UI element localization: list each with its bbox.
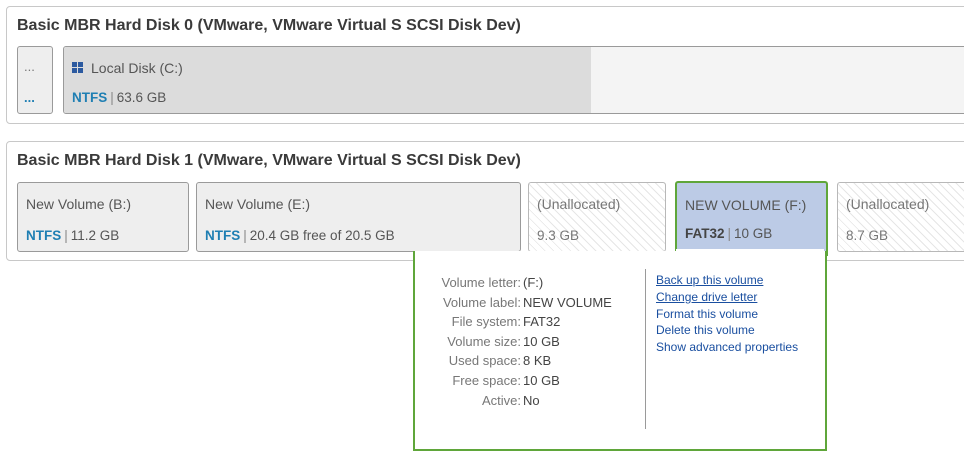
prop-value: No	[523, 392, 540, 408]
unallocated-2-name: (Unallocated)	[846, 196, 930, 212]
volume-c-name: Local Disk (C:)	[91, 60, 183, 76]
volume-c-meta: NTFS | 63.6 GB	[72, 90, 166, 105]
prop-active: Active: No	[415, 393, 637, 413]
back-up-volume-link[interactable]: Back up this volume	[656, 273, 798, 290]
prop-volume-label: Volume label: NEW VOLUME	[415, 295, 637, 315]
unallocated-space-1[interactable]: (Unallocated) 9.3 GB	[528, 182, 666, 252]
prop-value: NEW VOLUME	[523, 294, 612, 310]
prop-value: 8 KB	[523, 353, 552, 369]
volume-actions: Back up this volume Change drive letter …	[656, 273, 798, 357]
prop-key: Volume label:	[442, 294, 521, 310]
volume-c-fs: NTFS	[72, 90, 108, 105]
volume-e-meta: NTFS | 20.4 GB free of 20.5 GB	[205, 228, 395, 243]
prop-key: Free space:	[452, 372, 521, 388]
meta-separator: |	[64, 228, 68, 243]
volume-f-fs: FAT32	[685, 226, 725, 241]
prop-volume-letter: Volume letter: (F:)	[415, 275, 637, 295]
volume-b-meta: NTFS | 11.2 GB	[26, 228, 119, 243]
unallocated-1-size: 9.3 GB	[537, 228, 580, 243]
volume-c-size: 63.6 GB	[116, 90, 167, 105]
volume-f-meta: FAT32 | 10 GB	[685, 226, 772, 241]
disk-1-title: Basic MBR Hard Disk 1 (VMware, VMware Vi…	[17, 152, 521, 169]
collapsed-bottom-label: ...	[24, 90, 35, 105]
volume-f-name: NEW VOLUME (F:)	[685, 197, 807, 213]
volume-e-name: New Volume (E:)	[205, 196, 311, 212]
prop-free-space: Free space: 10 GB	[415, 373, 637, 393]
windows-icon	[72, 62, 84, 74]
volume-b-fs: NTFS	[26, 228, 62, 243]
prop-value: 10 GB	[523, 372, 560, 388]
popup-divider	[645, 269, 646, 429]
volume-e[interactable]: New Volume (E:) NTFS | 20.4 GB free of 20.…	[196, 182, 521, 252]
prop-value: FAT32	[523, 314, 561, 330]
volume-properties: Volume letter: (F:) Volume label: NEW VOLU…	[415, 275, 637, 412]
change-drive-letter-link[interactable]: Change drive letter	[656, 290, 798, 307]
prop-key: Volume size:	[447, 333, 521, 349]
disk-1-panel: Basic MBR Hard Disk 1 (VMware, VMware Vi…	[6, 141, 964, 261]
unallocated-space-2[interactable]: (Unallocated) 8.7 GB	[837, 182, 964, 252]
volume-b[interactable]: New Volume (B:) NTFS | 11.2 GB	[17, 182, 189, 252]
meta-separator: |	[243, 228, 247, 243]
volume-f-size: 10 GB	[734, 226, 773, 241]
volume-c[interactable]: Local Disk (C:) NTFS | 63.6 GB	[63, 46, 964, 114]
collapsed-top-label: ...	[24, 59, 35, 74]
prop-volume-size: Volume size: 10 GB	[415, 334, 637, 354]
volume-details-popup: Volume letter: (F:) Volume label: NEW VOLU…	[413, 251, 827, 451]
disk-0-title: Basic MBR Hard Disk 0 (VMware, VMware Vi…	[17, 17, 521, 34]
show-advanced-properties-link[interactable]: Show advanced properties	[656, 340, 798, 357]
format-volume-link[interactable]: Format this volume	[656, 307, 798, 324]
hidden-partitions-toggle[interactable]: ... ...	[17, 46, 53, 114]
prop-used-space: Used space: 8 KB	[415, 353, 637, 373]
meta-separator: |	[727, 226, 732, 241]
prop-value: (F:)	[523, 275, 544, 290]
volume-f-selected[interactable]: NEW VOLUME (F:) FAT32 | 10 GB	[675, 181, 828, 256]
delete-volume-link[interactable]: Delete this volume	[656, 323, 798, 340]
volume-b-name: New Volume (B:)	[26, 196, 132, 212]
prop-key: Volume letter:	[441, 275, 522, 290]
prop-key: Active:	[481, 392, 521, 408]
prop-key: File system:	[451, 314, 521, 330]
prop-value: 10 GB	[523, 333, 560, 349]
volume-e-size: 20.4 GB free of 20.5 GB	[249, 228, 395, 243]
volume-b-size: 11.2 GB	[70, 228, 120, 243]
unallocated-1-name: (Unallocated)	[537, 196, 621, 212]
prop-key: Used space:	[448, 353, 521, 369]
meta-separator: |	[110, 90, 114, 105]
volume-e-fs: NTFS	[205, 228, 241, 243]
volume-c-label-row: Local Disk (C:)	[72, 60, 183, 76]
disk-0-panel: Basic MBR Hard Disk 0 (VMware, VMware Vi…	[6, 6, 964, 124]
unallocated-2-size: 8.7 GB	[846, 228, 889, 243]
prop-file-system: File system: FAT32	[415, 314, 637, 334]
